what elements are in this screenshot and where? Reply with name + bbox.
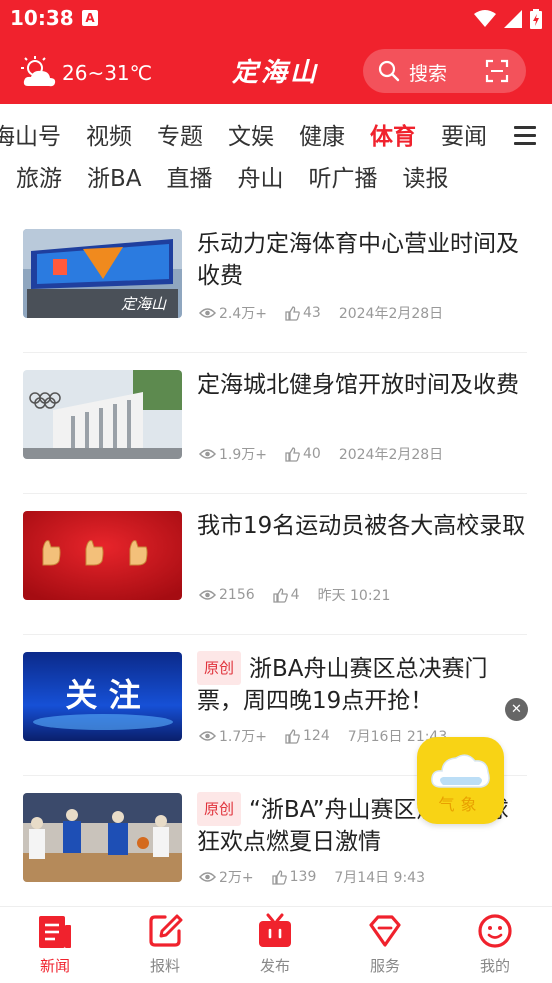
news-icon bbox=[39, 916, 71, 948]
channel-tab[interactable]: 舟山 bbox=[238, 159, 284, 193]
status-bar: 10:38 A bbox=[0, 0, 552, 38]
thumbs-up-icon bbox=[271, 869, 287, 885]
channel-row-1: 海山号 视频 专题 文娱 健康 体育 要闻 bbox=[0, 114, 512, 154]
news-item[interactable]: 定海城北健身馆开放时间及收费 1.9万+ 40 2024年2月28日 bbox=[0, 353, 552, 494]
bottom-tab-bar: 新闻 报料 发布 服务 我的 bbox=[0, 906, 552, 983]
channel-tab[interactable]: 浙BA bbox=[87, 159, 142, 193]
like-count: 40 bbox=[303, 446, 321, 462]
view-count: 2156 bbox=[219, 587, 255, 603]
tab-publish[interactable]: 发布 bbox=[220, 907, 330, 983]
search-placeholder: 搜索 bbox=[409, 63, 448, 85]
channel-tab[interactable]: 直播 bbox=[167, 159, 213, 193]
publish-date: 昨天 10:21 bbox=[317, 588, 391, 604]
channel-tab[interactable]: 旅游 bbox=[16, 159, 62, 193]
view-count: 1.7万+ bbox=[219, 729, 267, 745]
wifi-icon bbox=[474, 10, 496, 27]
news-thumbnail bbox=[23, 511, 182, 600]
channel-tab[interactable]: 健康 bbox=[299, 117, 345, 151]
tab-label: 服务 bbox=[369, 957, 400, 975]
news-meta: 2.4万+ 43 2024年2月28日 bbox=[199, 303, 443, 323]
channel-tab[interactable]: 要闻 bbox=[441, 117, 487, 151]
news-thumbnail bbox=[23, 370, 182, 459]
thumbs-up-icon bbox=[272, 587, 288, 603]
news-title: 原创 浙BA舟山赛区总决赛门票，周四晚19点开抢！ bbox=[197, 651, 527, 717]
channel-tab[interactable]: 专题 bbox=[157, 117, 203, 151]
view-count: 1.9万+ bbox=[219, 447, 267, 463]
original-badge: 原创 bbox=[197, 651, 242, 685]
channel-tab[interactable]: 文娱 bbox=[228, 117, 274, 151]
thumb-caption: 关 注 bbox=[65, 676, 140, 714]
edit-icon bbox=[149, 914, 183, 947]
news-meta: 2156 4 昨天 10:21 bbox=[199, 585, 390, 605]
tab-label: 我的 bbox=[479, 957, 510, 975]
weather-temperature: 26~31℃ bbox=[62, 61, 153, 85]
menu-icon[interactable] bbox=[514, 126, 536, 145]
publish-date: 2024年2月28日 bbox=[338, 447, 444, 463]
status-time: 10:38 bbox=[10, 6, 74, 30]
thumbs-up-icon bbox=[285, 305, 300, 321]
news-title: 定海城北健身馆开放时间及收费 bbox=[197, 372, 519, 398]
news-title: 乐动力定海体育中心营业时间及收费 bbox=[197, 231, 519, 289]
news-meta: 1.9万+ 40 2024年2月28日 bbox=[199, 444, 443, 464]
diamond-icon bbox=[369, 915, 401, 947]
close-float-button[interactable]: ✕ bbox=[505, 698, 528, 721]
like-count: 139 bbox=[289, 869, 317, 885]
thumb-caption: 定海山 bbox=[121, 295, 167, 313]
thumbs-up-icon bbox=[285, 728, 300, 744]
notification-a-icon: A bbox=[82, 10, 98, 26]
tab-report[interactable]: 报料 bbox=[110, 907, 220, 983]
tab-label: 报料 bbox=[149, 957, 180, 975]
eye-icon bbox=[199, 590, 216, 600]
eye-icon bbox=[199, 731, 216, 741]
news-title: 我市19名运动员被各大高校录取 bbox=[197, 513, 526, 539]
search-icon bbox=[378, 60, 400, 82]
channel-tab[interactable]: 听广播 bbox=[309, 159, 378, 193]
weather-float-widget[interactable]: 气象 bbox=[417, 737, 504, 824]
battery-icon bbox=[530, 9, 542, 29]
app-header: 26~31℃ 定海山 搜索 bbox=[0, 38, 552, 104]
tv-icon bbox=[259, 913, 291, 947]
tab-mine[interactable]: 我的 bbox=[440, 907, 550, 983]
tab-label: 新闻 bbox=[39, 957, 70, 975]
channel-row-2: 旅游 浙BA 直播 舟山 听广播 读报 bbox=[16, 156, 474, 196]
thumbs-up-icon bbox=[285, 446, 300, 462]
weather-float-label: 气象 bbox=[438, 795, 483, 814]
eye-icon bbox=[199, 308, 216, 318]
cloud-icon bbox=[431, 754, 490, 788]
news-item[interactable]: 定海山 乐动力定海体育中心营业时间及收费 2.4万+ 43 2024年2月28日 bbox=[0, 212, 552, 353]
brand-logo: 定海山 bbox=[232, 58, 320, 88]
news-thumbnail: 定海山 bbox=[23, 229, 182, 318]
news-thumbnail: 关 注 bbox=[23, 652, 182, 741]
weather-widget[interactable]: 26~31℃ bbox=[20, 56, 152, 90]
partly-cloudy-icon bbox=[21, 56, 56, 87]
publish-date: 7月14日 9:43 bbox=[334, 870, 425, 886]
news-meta: 2万+ 139 7月14日 9:43 bbox=[199, 867, 425, 887]
publish-date: 2024年2月28日 bbox=[338, 306, 444, 322]
channel-tab[interactable]: 视频 bbox=[86, 117, 132, 151]
status-icons bbox=[474, 9, 542, 29]
channel-tab[interactable]: 海山号 bbox=[0, 117, 61, 151]
signal-icon bbox=[504, 10, 522, 28]
like-count: 43 bbox=[303, 305, 321, 321]
news-thumbnail bbox=[23, 793, 182, 882]
tab-services[interactable]: 服务 bbox=[330, 907, 440, 983]
channel-tab-active[interactable]: 体育 bbox=[370, 117, 416, 151]
eye-icon bbox=[199, 449, 216, 459]
scan-icon[interactable] bbox=[485, 59, 509, 83]
news-item[interactable]: 我市19名运动员被各大高校录取 2156 4 昨天 10:21 bbox=[0, 494, 552, 635]
tab-news[interactable]: 新闻 bbox=[0, 907, 110, 983]
eye-icon bbox=[199, 872, 216, 882]
news-meta: 1.7万+ 124 7月16日 21:43 bbox=[199, 726, 447, 746]
view-count: 2万+ bbox=[219, 870, 254, 886]
tab-label: 发布 bbox=[259, 957, 290, 975]
search-box[interactable]: 搜索 bbox=[363, 49, 526, 93]
channel-tab[interactable]: 读报 bbox=[403, 159, 449, 193]
smile-icon bbox=[478, 914, 512, 948]
original-badge: 原创 bbox=[197, 792, 242, 826]
like-count: 124 bbox=[303, 728, 330, 744]
like-count: 4 bbox=[290, 587, 300, 603]
view-count: 2.4万+ bbox=[219, 306, 267, 322]
